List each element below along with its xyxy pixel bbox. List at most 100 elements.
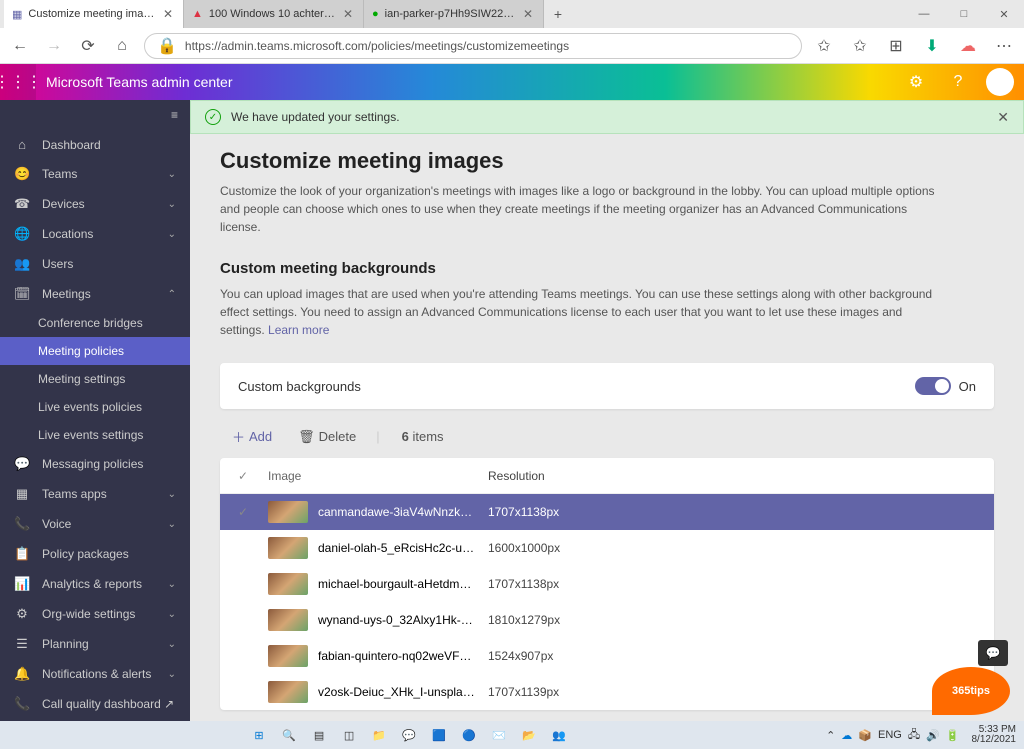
start-button[interactable]: ⊞ [247, 723, 271, 747]
tray-onedrive-icon[interactable]: ☁ [841, 729, 852, 742]
chevron-down-icon: ⌄ [168, 519, 176, 530]
chat-icon[interactable]: 💬 [397, 723, 421, 747]
taskview-icon[interactable]: ▤ [307, 723, 331, 747]
url-input[interactable]: 🔒 https://admin.teams.microsoft.com/poli… [144, 33, 802, 59]
browser-icon[interactable]: 🔵 [457, 723, 481, 747]
cloud-icon[interactable]: ☁ [956, 34, 980, 58]
chevron-down-icon: ⌄ [168, 169, 176, 180]
file-name: daniel-olah-5_eRcisHc2c-unsplas… [318, 541, 478, 555]
feedback-button[interactable]: 💬 [978, 640, 1008, 666]
tray-battery-icon[interactable]: 🔋 [946, 729, 960, 742]
tray-dropbox-icon[interactable]: 📦 [858, 729, 872, 742]
tab-2[interactable]: ●ian-parker-p7Hh9SIW22M-unspl✕ [364, 0, 544, 28]
tray-chevron[interactable]: ⌃ [826, 729, 835, 742]
tab-close[interactable]: ✕ [521, 7, 535, 21]
page-description: Customize the look of your organization'… [220, 182, 940, 236]
help-button[interactable]: ? [944, 68, 972, 96]
section-description: You can upload images that are used when… [220, 285, 940, 339]
tray-clock[interactable]: 5:33 PM8/12/2021 [966, 725, 1017, 746]
table-row[interactable]: v2osk-Deiuc_XHk_I-unsplash-scal… 1707x11… [220, 674, 994, 710]
collections-button[interactable]: ⊞ [884, 34, 908, 58]
page-title: Customize meeting images [220, 148, 994, 174]
main-content: ✓ We have updated your settings. ✕ Custo… [190, 100, 1024, 721]
nav-dashboard[interactable]: ⌂Dashboard [0, 130, 190, 159]
toggle-switch[interactable] [915, 377, 951, 395]
tab-1[interactable]: ▲100 Windows 10 achtergronden✕ [184, 0, 364, 28]
taskbar: ⊞ 🔍 ▤ ◫ 📁 💬 🟦 🔵 ✉️ 📂 👥 ⌃ ☁ 📦 ENG 🖧 🔊 🔋 5… [0, 721, 1024, 749]
search-icon[interactable]: 🔍 [277, 723, 301, 747]
table-row[interactable]: michael-bourgault-aHetdmuNo… 1707x1138px [220, 566, 994, 602]
learn-more-link[interactable]: Learn more [268, 323, 329, 337]
tab-title: Customize meeting images - Mi [28, 8, 155, 20]
tray-language[interactable]: ENG [878, 729, 902, 741]
nav-live-events-settings[interactable]: Live events settings [0, 421, 190, 449]
nav-teams[interactable]: 😊Teams⌄ [0, 159, 190, 189]
explorer-icon[interactable]: 📁 [367, 723, 391, 747]
tips-badge[interactable]: 365tips [932, 667, 1010, 715]
dismiss-banner[interactable]: ✕ [997, 109, 1009, 126]
favorite-icon[interactable]: ✩ [812, 34, 836, 58]
table-row[interactable]: ✓ canmandawe-3iaV4wNnzks-unsp… 1707x1138… [220, 494, 994, 530]
toggle-state: On [959, 379, 976, 394]
add-button[interactable]: ＋Add [226, 423, 278, 450]
minimize-button[interactable]: — [904, 0, 944, 28]
phone-icon: 📞 [14, 516, 30, 532]
favorites-button[interactable]: ✩ [848, 34, 872, 58]
thumbnail [268, 609, 308, 631]
nav-live-events-policies[interactable]: Live events policies [0, 393, 190, 421]
tab-close[interactable]: ✕ [341, 7, 355, 21]
nav-org-wide[interactable]: ⚙Org-wide settings⌄ [0, 599, 190, 629]
nav-voice[interactable]: 📞Voice⌄ [0, 509, 190, 539]
teams-icon[interactable]: 👥 [547, 723, 571, 747]
row-checkbox[interactable]: ✓ [238, 505, 268, 519]
forward-button[interactable]: → [42, 34, 66, 58]
nav-analytics[interactable]: 📊Analytics & reports⌄ [0, 569, 190, 599]
app-launcher[interactable]: ⋮⋮⋮ [0, 64, 36, 100]
folder-icon[interactable]: 📂 [517, 723, 541, 747]
avatar[interactable] [986, 68, 1014, 96]
nav-teams-apps[interactable]: ▦Teams apps⌄ [0, 479, 190, 509]
sidebar-toggle[interactable]: ≡ [0, 100, 190, 130]
nav-locations[interactable]: 🌐Locations⌄ [0, 219, 190, 249]
col-image: Image [268, 469, 488, 483]
calendar-icon: 🗓 [14, 286, 30, 302]
nav-policy-packages[interactable]: 📋Policy packages [0, 539, 190, 569]
edge-icon[interactable]: 🟦 [427, 723, 451, 747]
close-button[interactable]: ✕ [984, 0, 1024, 28]
chart-icon: 📊 [14, 576, 30, 592]
table-row[interactable]: fabian-quintero-nq02weVF_mk-u… 1524x907p… [220, 638, 994, 674]
select-all[interactable]: ✓ [238, 469, 268, 483]
tab-0[interactable]: ▦Customize meeting images - Mi✕ [4, 0, 184, 28]
nav-messaging-policies[interactable]: 💬Messaging policies [0, 449, 190, 479]
delete-button[interactable]: 🗑Delete [292, 425, 362, 449]
planning-icon: ☰ [14, 636, 30, 652]
browser-titlebar: ▦Customize meeting images - Mi✕ ▲100 Win… [0, 0, 1024, 28]
widgets-icon[interactable]: ◫ [337, 723, 361, 747]
nav-meeting-policies[interactable]: Meeting policies [0, 337, 190, 365]
menu-button[interactable]: ⋯ [992, 34, 1016, 58]
tray-volume-icon[interactable]: 🔊 [926, 729, 940, 742]
nav-meetings[interactable]: 🗓Meetings⌃ [0, 279, 190, 309]
nav-conference-bridges[interactable]: Conference bridges [0, 309, 190, 337]
downloads-button[interactable]: ⬇ [920, 34, 944, 58]
tab-close[interactable]: ✕ [161, 7, 175, 21]
resolution: 1707x1139px [488, 685, 976, 699]
nav-meeting-settings[interactable]: Meeting settings [0, 365, 190, 393]
back-button[interactable]: ← [8, 34, 32, 58]
tray-network-icon[interactable]: 🖧 [908, 726, 920, 745]
nav-devices[interactable]: ☎Devices⌄ [0, 189, 190, 219]
maximize-button[interactable]: □ [944, 0, 984, 28]
table-toolbar: ＋Add 🗑Delete | 6 items [220, 423, 994, 458]
nav-users[interactable]: 👥Users [0, 249, 190, 279]
nav-call-quality[interactable]: 📞Call quality dashboard ↗ [0, 689, 190, 719]
home-button[interactable]: ⌂ [110, 34, 134, 58]
new-tab-button[interactable]: + [544, 0, 572, 28]
nav-notifications[interactable]: 🔔Notifications & alerts⌄ [0, 659, 190, 689]
table-row[interactable]: wynand-uys-0_32Alxy1Hk-unspla… 1810x1279… [220, 602, 994, 638]
toggle-label: Custom backgrounds [238, 379, 361, 394]
nav-planning[interactable]: ☰Planning⌄ [0, 629, 190, 659]
table-row[interactable]: daniel-olah-5_eRcisHc2c-unsplas… 1600x10… [220, 530, 994, 566]
mail-icon[interactable]: ✉️ [487, 723, 511, 747]
refresh-button[interactable]: ⟳ [76, 34, 100, 58]
settings-button[interactable]: ⚙ [902, 68, 930, 96]
